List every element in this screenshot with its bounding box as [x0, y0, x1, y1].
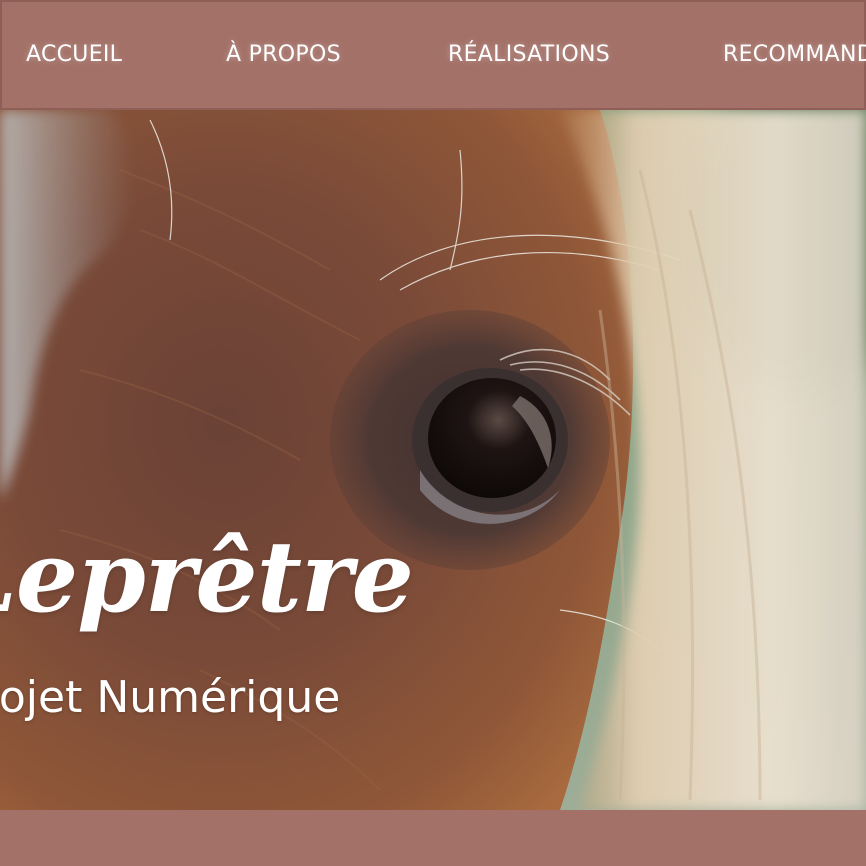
hero-banner: Leprêtre Projet Numérique: [0, 110, 866, 810]
nav-link-accueil[interactable]: ACCUEIL: [26, 40, 122, 70]
hero-title: Leprêtre: [0, 520, 414, 635]
nav-link-realisations[interactable]: RÉALISATIONS: [448, 40, 610, 70]
nav-link-a-propos[interactable]: À PROPOS: [226, 40, 341, 70]
top-navigation-bar: ACCUEIL À PROPOS RÉALISATIONS RECOMMANDA…: [0, 0, 866, 110]
bottom-color-strip: [0, 810, 866, 866]
nav-link-recommandations[interactable]: RECOMMANDATIONS: [723, 40, 866, 70]
hero-subtitle: Projet Numérique: [0, 672, 341, 723]
